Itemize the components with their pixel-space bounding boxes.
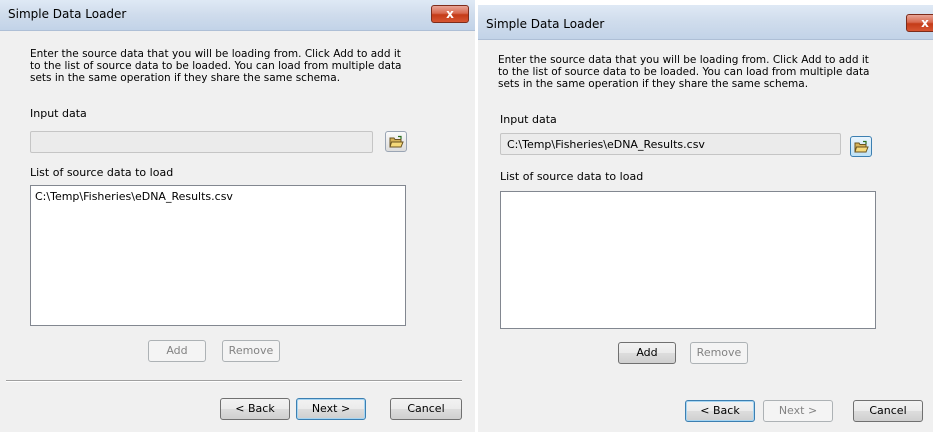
simple-data-loader-dialog-2: Simple Data Loader x Enter the source da… bbox=[478, 5, 933, 432]
input-data-label: Input data bbox=[500, 113, 557, 126]
close-icon: x bbox=[446, 7, 454, 21]
simple-data-loader-dialog-1: Simple Data Loader x Enter the source da… bbox=[0, 0, 475, 432]
input-data-field[interactable]: C:\Temp\Fisheries\eDNA_Results.csv bbox=[500, 133, 841, 155]
folder-open-icon bbox=[854, 140, 869, 153]
source-data-list[interactable]: C:\Temp\Fisheries\eDNA_Results.csv bbox=[30, 185, 406, 326]
add-button[interactable]: Add bbox=[148, 340, 206, 362]
list-item[interactable]: C:\Temp\Fisheries\eDNA_Results.csv bbox=[35, 190, 401, 203]
source-data-list[interactable] bbox=[500, 191, 876, 329]
remove-button[interactable]: Remove bbox=[690, 342, 748, 364]
close-button[interactable]: x bbox=[906, 14, 933, 32]
remove-button[interactable]: Remove bbox=[222, 340, 280, 362]
description-text: Enter the source data that you will be l… bbox=[498, 54, 870, 90]
title-bar: Simple Data Loader x bbox=[478, 5, 933, 40]
title-bar: Simple Data Loader x bbox=[0, 0, 475, 31]
window-title: Simple Data Loader bbox=[486, 17, 605, 31]
folder-open-icon bbox=[389, 135, 404, 148]
browse-button[interactable] bbox=[850, 136, 872, 157]
input-data-label: Input data bbox=[30, 107, 87, 120]
next-button[interactable]: Next > bbox=[763, 400, 833, 422]
input-data-field[interactable] bbox=[30, 131, 373, 153]
cancel-button[interactable]: Cancel bbox=[853, 400, 923, 422]
source-list-label: List of source data to load bbox=[500, 170, 644, 183]
back-button[interactable]: < Back bbox=[685, 400, 755, 422]
source-list-label: List of source data to load bbox=[30, 166, 174, 179]
add-button[interactable]: Add bbox=[618, 342, 676, 364]
close-button[interactable]: x bbox=[431, 5, 469, 23]
back-button[interactable]: < Back bbox=[220, 398, 290, 420]
description-text: Enter the source data that you will be l… bbox=[30, 48, 402, 84]
close-icon: x bbox=[921, 16, 929, 30]
cancel-button[interactable]: Cancel bbox=[390, 398, 462, 420]
divider bbox=[6, 380, 462, 382]
window-title: Simple Data Loader bbox=[8, 7, 127, 21]
next-button[interactable]: Next > bbox=[296, 398, 366, 420]
browse-button[interactable] bbox=[385, 131, 407, 152]
